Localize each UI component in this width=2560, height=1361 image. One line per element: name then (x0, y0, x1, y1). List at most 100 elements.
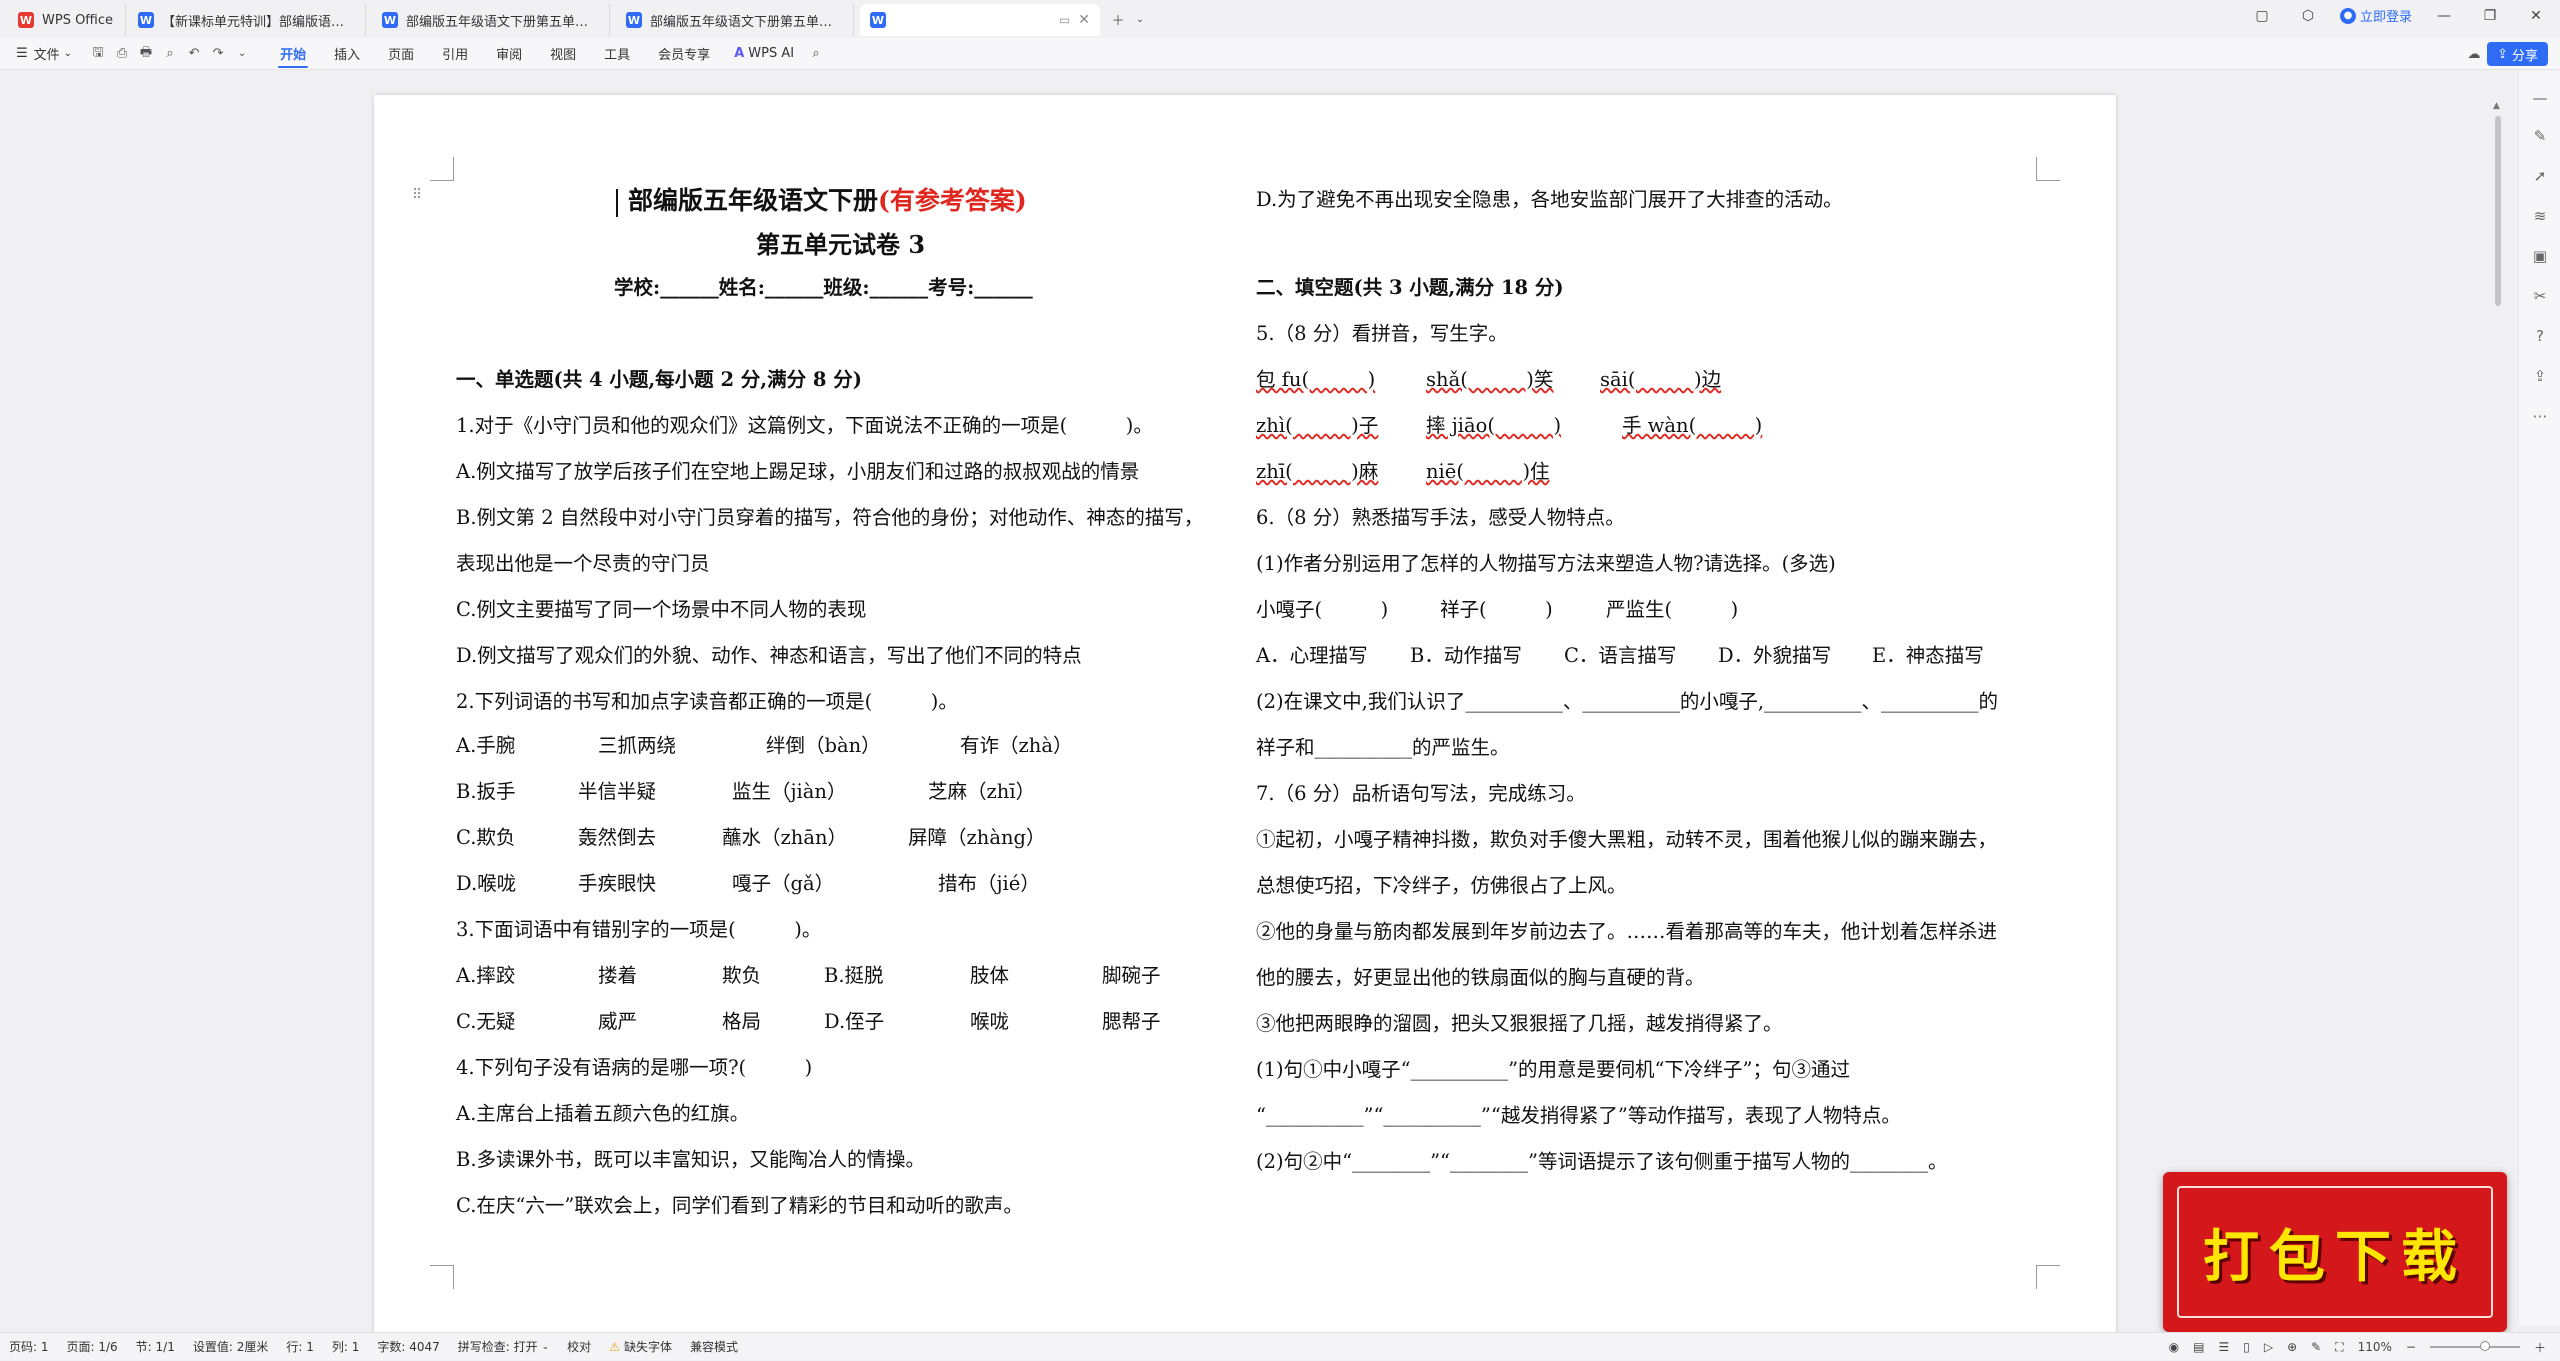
document-page[interactable]: ⠿ 部编版五年级语文下册(有参考答案) 第五单元试卷 3 学校:______姓名… (374, 95, 2116, 1345)
close-tab-icon[interactable]: ✕ (1078, 12, 1090, 28)
search-icon[interactable]: ⌕ (804, 42, 828, 66)
status-page[interactable]: 页码: 1 (0, 1338, 58, 1355)
hamburger-icon: ☰ (16, 46, 28, 61)
q1-option-b: B.例文第 2 自然段中对小守门员穿着的描写，符合他的身份；对他动作、神态的描写… (456, 506, 1204, 529)
tab-page[interactable]: 页面 (374, 38, 428, 70)
tab-list-chevron-icon[interactable]: ⌄ (1128, 7, 1152, 31)
scrollbar-thumb[interactable] (2495, 116, 2501, 306)
drag-handle-icon[interactable]: ⠿ (412, 187, 422, 203)
question-3: 3.下面词语中有错别字的一项是( )。 (456, 918, 822, 941)
document-canvas[interactable]: ⠿ 部编版五年级语文下册(有参考答案) 第五单元试卷 3 学校:______姓名… (0, 71, 2520, 1345)
more-chevron-icon[interactable]: ⌄ (230, 42, 254, 66)
status-pages[interactable]: 页面: 1/6 (58, 1338, 127, 1355)
side-tool-strip: — ✎ ➚ ≋ ▣ ✂ ? ⇪ ⋯ (2518, 71, 2560, 1325)
zoom-level[interactable]: 110% (2358, 1340, 2392, 1354)
share-panel-icon[interactable]: ⇪ (2529, 365, 2551, 387)
tab-home[interactable]: 开始 (266, 38, 320, 70)
q7-passage-2-cont: 他的腰去，好更显出他的铁扇面似的胸与直硬的背。 (1256, 966, 1705, 989)
q4-option-b: B.多读课外书，既可以丰富知识，又能陶冶人的情操。 (456, 1148, 926, 1171)
margin-corner-mark (430, 1265, 454, 1289)
status-spell-check[interactable]: 拼写检查: 打开 ⌄ (449, 1338, 558, 1355)
q2-row-a: A.手腕 三抓两绕 绊倒（bàn） 有诈（zhà） (456, 734, 1073, 757)
fit-page-icon[interactable]: ⛶ (2335, 1340, 2343, 1355)
zoom-out-icon[interactable]: − (2406, 1340, 2416, 1354)
window-layout-icon[interactable]: ▢ (2248, 8, 2276, 24)
redo-icon[interactable]: ↷ (206, 42, 230, 66)
zoom-slider-knob[interactable] (2479, 1341, 2490, 1351)
tab-membership[interactable]: 会员专享 (644, 38, 724, 70)
print-icon[interactable]: 🖶 (134, 42, 158, 66)
collapse-panel-icon[interactable]: — (2529, 87, 2551, 109)
tab-active-document[interactable]: W ▭ ✕ (860, 4, 1100, 36)
tab-review[interactable]: 审阅 (482, 38, 536, 70)
eye-protection-icon[interactable]: ◉ (2169, 1340, 2179, 1354)
tab-label: WPS Office (42, 12, 114, 28)
scroll-up-arrow-icon[interactable]: ▲ (2493, 101, 2500, 111)
select-cursor-icon[interactable]: ➚ (2529, 165, 2551, 187)
export-pdf-icon[interactable]: ⎙ (110, 42, 134, 66)
ai-sparkle-icon: A (734, 46, 745, 61)
vertical-scrollbar[interactable]: ▲ ▼ (2490, 71, 2506, 1325)
user-avatar-icon: ● (2339, 7, 2356, 24)
q1-option-a: A.例文描写了放学后孩子们在空地上踢足球，小朋友们和过路的叔叔观战的情景 (456, 460, 1140, 483)
q7-part-1-cont: “__________”“__________”“越发捎得紧了”等动作描写，表现… (1256, 1104, 1901, 1127)
reading-view-icon[interactable]: ▯ (2243, 1340, 2250, 1354)
status-col[interactable]: 列: 1 (323, 1338, 369, 1355)
tab-document[interactable]: W 部编版五年级语文下册第五单元试卷 (372, 4, 610, 36)
word-doc-icon: W (138, 12, 154, 28)
download-promo-banner[interactable]: 打包下载 (2163, 1172, 2507, 1332)
print-preview-icon[interactable]: ⌕ (158, 42, 182, 66)
tab-document[interactable]: W 【新课标单元特训】部编版语文五年 (128, 4, 366, 36)
play-icon[interactable]: ▷ (2264, 1340, 2273, 1354)
word-doc-icon: W (626, 12, 642, 28)
zoom-slider[interactable] (2429, 1341, 2520, 1351)
q4-option-d: D.为了避免不再出现安全隐患，各地安监部门展开了大排查的活动。 (1256, 188, 1843, 211)
file-menu-label: 文件 (33, 48, 60, 63)
zoom-in-icon[interactable]: ＋ (2534, 1339, 2546, 1356)
minimize-icon[interactable]: — (2430, 8, 2458, 24)
page-view-icon[interactable]: ▤ (2193, 1340, 2204, 1354)
chevron-down-icon: ⌄ (541, 1341, 550, 1352)
status-bar: 页码: 1 页面: 1/6 节: 1/1 设置值: 2厘米 行: 1 列: 1 … (0, 1332, 2560, 1360)
status-row[interactable]: 行: 1 (277, 1338, 323, 1355)
status-section[interactable]: 节: 1/1 (127, 1338, 184, 1355)
wps-ai-button[interactable]: A WPS AI (724, 46, 804, 61)
tab-insert[interactable]: 插入 (320, 38, 374, 70)
status-setting[interactable]: 设置值: 2厘米 (184, 1338, 278, 1355)
outline-view-icon[interactable]: ☰ (2218, 1340, 2229, 1354)
cloud-sync-icon[interactable]: ☁ (2462, 42, 2486, 66)
file-menu[interactable]: ☰ 文件 ⌄ (0, 38, 86, 70)
close-window-icon[interactable]: ✕ (2522, 8, 2550, 24)
tab-wps-home[interactable]: W WPS Office (8, 4, 126, 36)
restore-icon[interactable]: ❐ (2476, 8, 2504, 24)
tab-references[interactable]: 引用 (428, 38, 482, 70)
status-proofread[interactable]: 校对 (558, 1338, 600, 1355)
web-view-icon[interactable]: ⊕ (2287, 1340, 2297, 1354)
skin-cube-icon[interactable]: ⬡ (2294, 8, 2322, 24)
more-icon[interactable]: ⋯ (2529, 405, 2551, 427)
student-info-line: 学校:______姓名:______班级:______考号:______ (614, 276, 1033, 299)
new-tab-plus-icon[interactable]: ＋ (1106, 7, 1130, 31)
q5-row-1: 包 fu( ) shǎ( )笑 sāi( )边 (1256, 368, 1722, 391)
help-icon[interactable]: ? (2529, 325, 2551, 347)
tools-icon[interactable]: ✂ (2529, 285, 2551, 307)
tab-label: 部编版五年级语文下册第五单元试卷 (406, 14, 599, 30)
style-icon[interactable]: ≋ (2529, 205, 2551, 227)
save-icon[interactable]: 🖫 (86, 42, 110, 66)
login-button[interactable]: ● 立即登录 (2339, 6, 2412, 25)
write-view-icon[interactable]: ✎ (2311, 1340, 2321, 1354)
status-missing-font[interactable]: ⚠ 缺失字体 (600, 1338, 681, 1355)
q7-passage-2: ②他的身量与筋肉都发展到年岁前边去了。……看着那高等的车夫，他计划着怎样杀进 (1256, 920, 1998, 943)
undo-icon[interactable]: ↶ (182, 42, 206, 66)
tab-tools[interactable]: 工具 (590, 38, 644, 70)
status-word-count[interactable]: 字数: 4047 (368, 1338, 448, 1355)
share-button[interactable]: ⇪ 分享 (2487, 42, 2548, 66)
q2-row-d: D.喉咙 手疾眼快 嘎子（gǎ） 措布（jié） (456, 872, 1040, 895)
q6-people-row: 小嘎子( ) 祥子( ) 严监生( ) (1256, 598, 1739, 621)
pen-edit-icon[interactable]: ✎ (2529, 125, 2551, 147)
tab-view[interactable]: 视图 (536, 38, 590, 70)
picture-icon[interactable]: ▣ (2529, 245, 2551, 267)
monitor-icon[interactable]: ▭ (1059, 13, 1070, 27)
margin-corner-mark (430, 157, 454, 181)
tab-document[interactable]: W 部编版五年级语文下册第五单元试卷 (616, 4, 854, 36)
